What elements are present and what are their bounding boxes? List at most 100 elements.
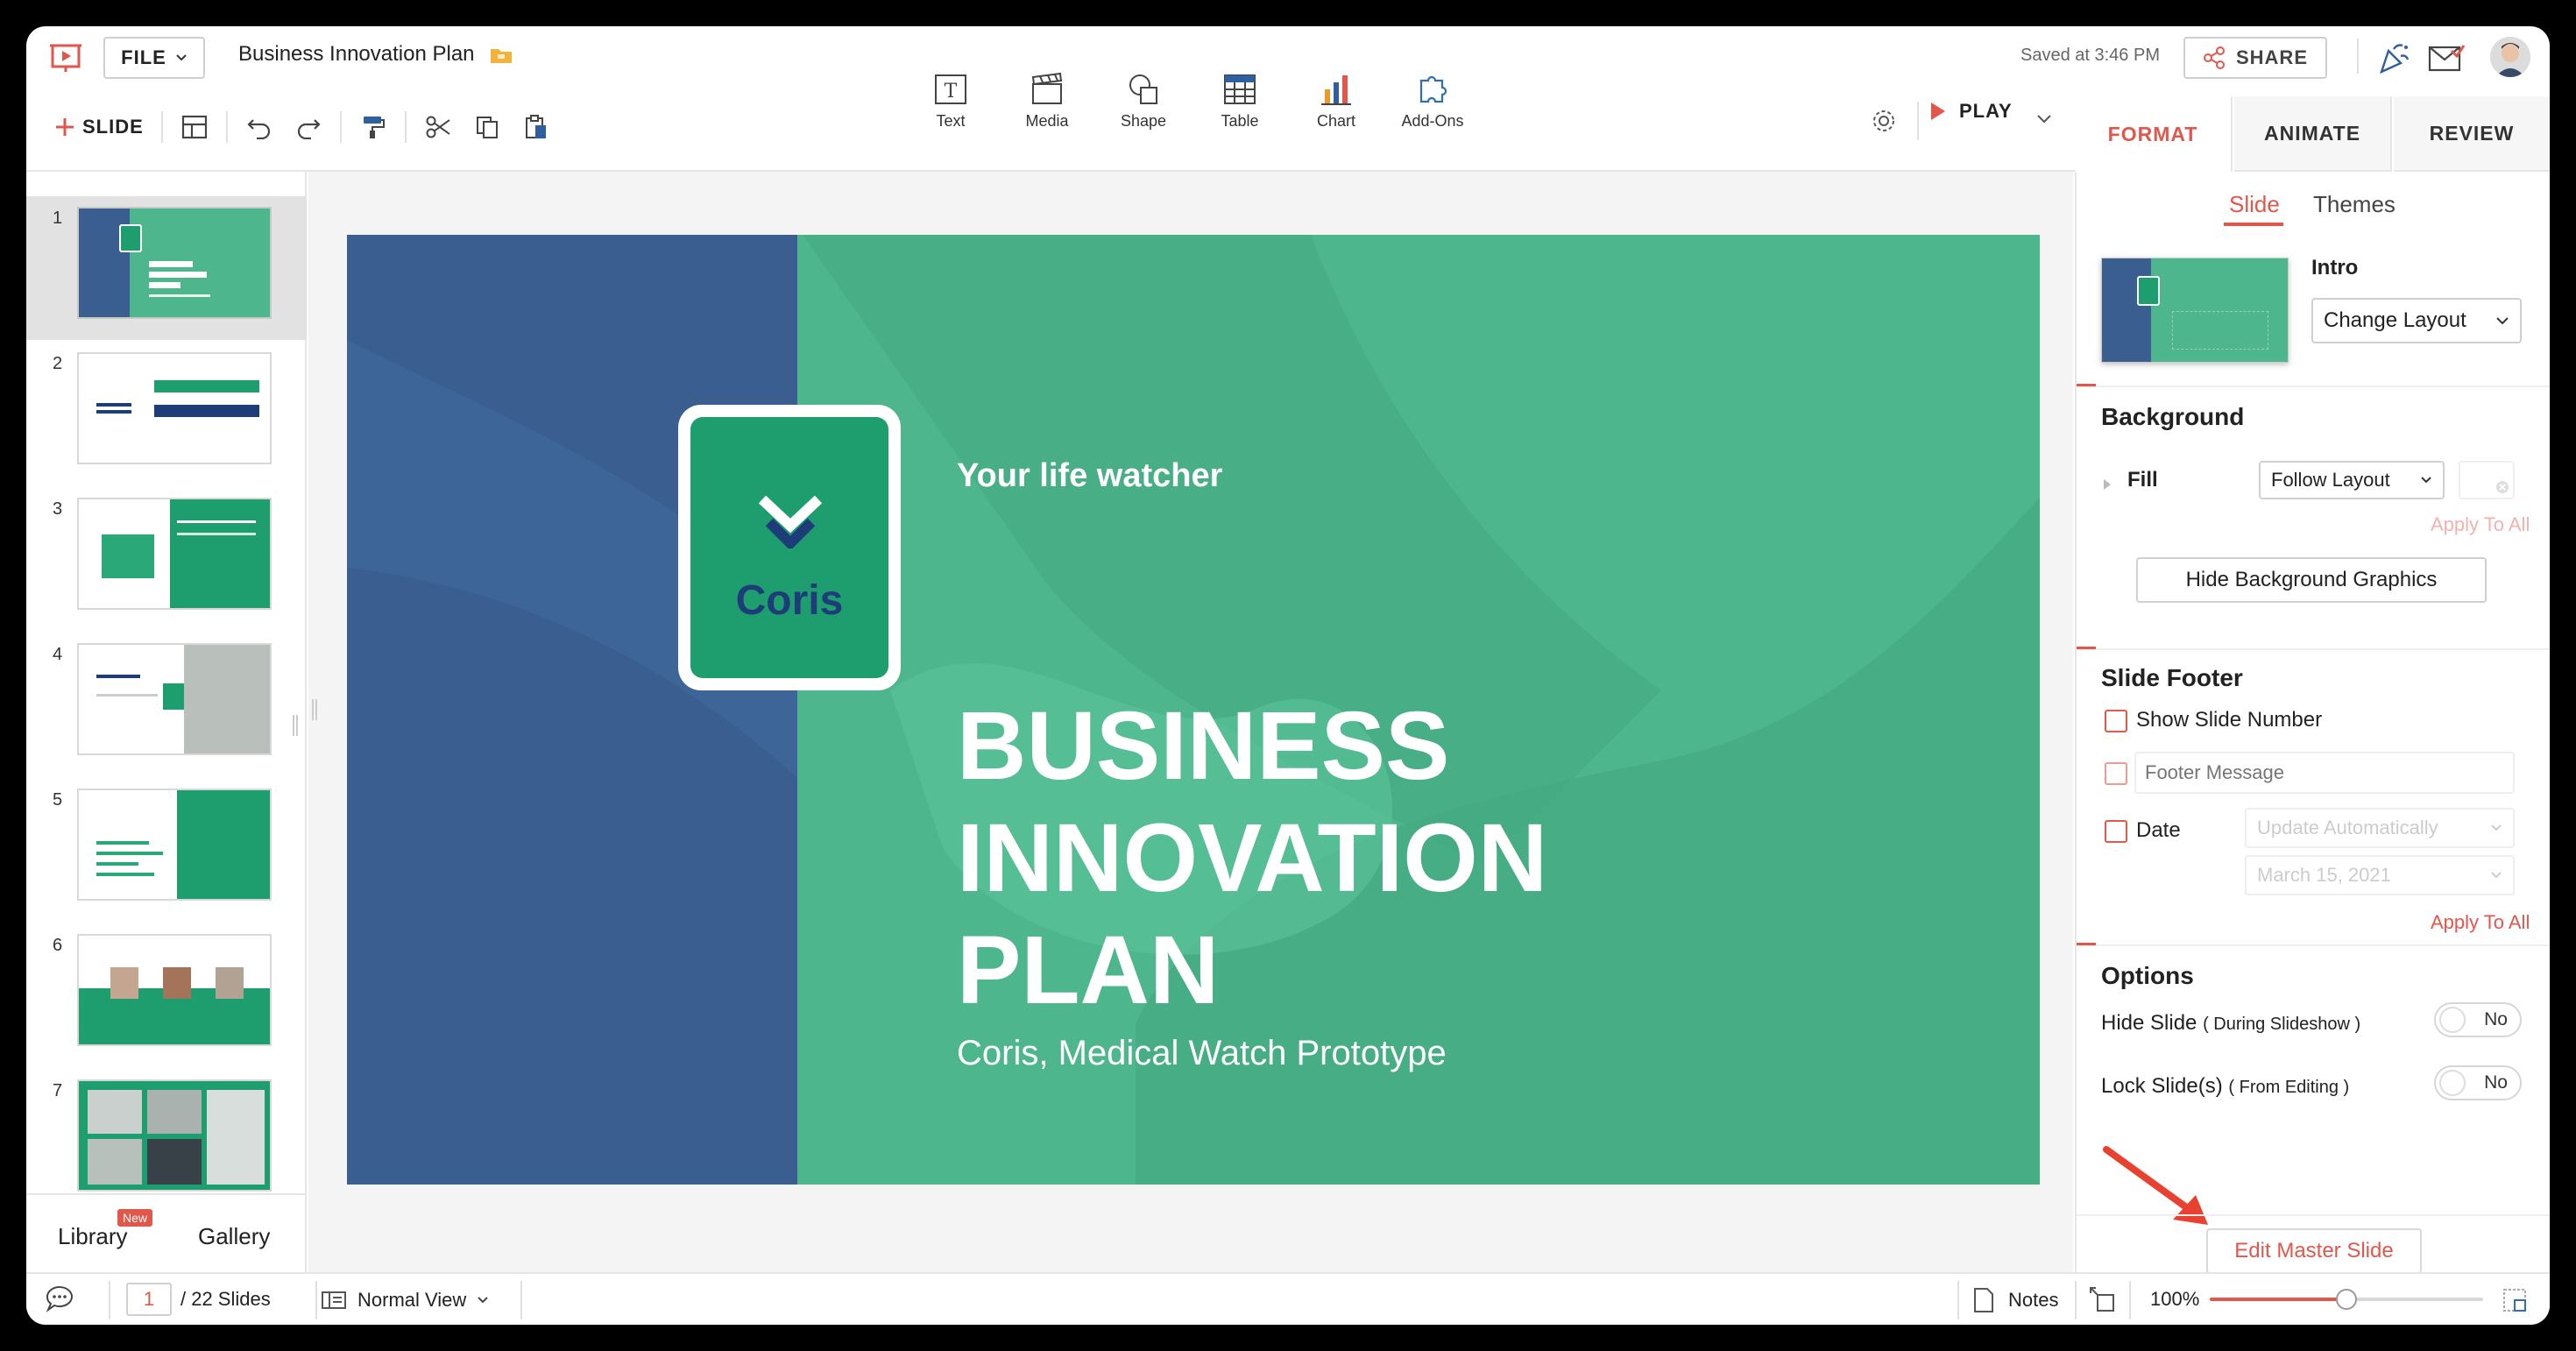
- play-button[interactable]: PLAY: [1929, 100, 2013, 123]
- section-divider: [2077, 385, 2550, 387]
- slide-count: / 22 Slides: [180, 1288, 271, 1310]
- toggle-knob: [2439, 1070, 2466, 1096]
- slide-number: 6: [53, 936, 63, 955]
- apply-to-all-footer-link[interactable]: Apply To All: [2431, 911, 2530, 934]
- edit-master-slide-button[interactable]: Edit Master Slide: [2206, 1228, 2422, 1274]
- apply-to-all-background-link[interactable]: Apply To All: [2431, 513, 2530, 536]
- subtab-themes[interactable]: Themes: [2313, 191, 2396, 218]
- tab-review-label: REVIEW: [2429, 121, 2515, 145]
- slide-footer-section-title: Slide Footer: [2101, 664, 2243, 691]
- avatar[interactable]: [2490, 37, 2530, 77]
- hide-background-graphics-button[interactable]: Hide Background Graphics: [2136, 557, 2487, 603]
- redo-button[interactable]: [284, 103, 333, 152]
- app-window: FILE Business Innovation Plan SLIDE T Te…: [26, 26, 2550, 1325]
- thumbnail-image: [77, 934, 272, 1046]
- add-ons-button[interactable]: Add-Ons: [1384, 72, 1481, 131]
- chevron-down-icon: [2491, 872, 2502, 879]
- thumbnail-image: [77, 1079, 272, 1192]
- layout-preview[interactable]: [2101, 258, 2289, 363]
- slide-title-line: BUSINESS: [957, 692, 1450, 800]
- document-title-text: Business Innovation Plan: [238, 42, 475, 66]
- brand-name: Coris: [735, 577, 844, 624]
- notes-label: Notes: [2008, 1289, 2059, 1311]
- share-label: SHARE: [2235, 46, 2308, 68]
- slide-thumbnail[interactable]: 5: [26, 778, 307, 922]
- change-layout-button[interactable]: Change Layout: [2311, 298, 2522, 343]
- date-mode-select[interactable]: Update Automatically: [2245, 808, 2515, 848]
- tab-animate[interactable]: ANIMATE: [2234, 96, 2392, 172]
- fullscreen-button[interactable]: [2502, 1288, 2527, 1312]
- copy-button[interactable]: [463, 103, 512, 152]
- fill-select[interactable]: Follow Layout: [2259, 461, 2445, 499]
- slide-thumbnail[interactable]: 1: [26, 196, 307, 340]
- new-slide-button[interactable]: SLIDE: [44, 103, 154, 152]
- zoom-slider-track[interactable]: [2210, 1289, 2483, 1310]
- show-slide-number-checkbox[interactable]: [2105, 710, 2127, 732]
- canvas-resize-handle[interactable]: [312, 699, 317, 720]
- tab-review[interactable]: REVIEW: [2394, 96, 2550, 172]
- options-section-title: Options: [2101, 962, 2194, 989]
- fill-color-picker[interactable]: [2459, 461, 2515, 499]
- notes-button[interactable]: Notes: [1973, 1284, 2058, 1316]
- app-logo-icon[interactable]: [47, 39, 84, 75]
- hide-background-graphics-label: Hide Background Graphics: [2185, 568, 2438, 591]
- slide-thumbnail[interactable]: 6: [26, 923, 307, 1067]
- insert-table-button[interactable]: Table: [1192, 72, 1288, 131]
- feedback-button[interactable]: [2427, 40, 2466, 75]
- document-title[interactable]: Business Innovation Plan: [238, 42, 513, 67]
- insert-toolbar: T Text Media Shape Table Chart Add-Ons: [902, 72, 1481, 131]
- expand-arrow-icon[interactable]: [2103, 478, 2112, 491]
- folder-icon[interactable]: [489, 44, 513, 65]
- insert-shape-button[interactable]: Shape: [1095, 72, 1192, 131]
- chevron-down-icon: [2496, 317, 2509, 325]
- comments-button[interactable]: [44, 1283, 75, 1314]
- hide-slide-toggle[interactable]: No: [2434, 1002, 2522, 1037]
- fit-slide-button[interactable]: [2089, 1286, 2117, 1314]
- format-painter-button[interactable]: [349, 103, 398, 152]
- view-mode-select[interactable]: Normal View: [321, 1284, 489, 1316]
- library-gallery-bar: Library New Gallery: [26, 1193, 307, 1272]
- page-number-input[interactable]: [126, 1283, 172, 1316]
- footer-message-input[interactable]: [2134, 752, 2515, 794]
- normal-view-icon: [322, 1291, 346, 1309]
- subtab-slide[interactable]: Slide: [2229, 191, 2280, 218]
- slide-thumbnail[interactable]: 2: [26, 342, 307, 485]
- current-slide[interactable]: Coris Your life watcher BUSINESS INNOVAT…: [347, 235, 2040, 1185]
- paste-button[interactable]: [512, 103, 561, 152]
- library-button[interactable]: Library: [58, 1223, 127, 1250]
- file-menu-button[interactable]: FILE: [103, 37, 205, 79]
- slide-thumbnail[interactable]: 3: [26, 487, 307, 631]
- slide-thumbnail[interactable]: 7: [26, 1069, 307, 1213]
- insert-media-button[interactable]: Media: [999, 72, 1095, 131]
- share-button[interactable]: SHARE: [2183, 37, 2327, 79]
- footer-message-checkbox[interactable]: [2105, 762, 2127, 785]
- date-value: March 15, 2021: [2257, 864, 2391, 886]
- panel-resize-handle[interactable]: [293, 715, 298, 736]
- gallery-button[interactable]: Gallery: [198, 1223, 270, 1250]
- layout-icon: [181, 115, 207, 139]
- slide-thumbnails-panel: 1 2 3 4 5 6 7: [26, 172, 307, 1193]
- file-menu-label: FILE: [121, 46, 166, 68]
- slide-number: 4: [53, 645, 63, 664]
- hide-slide-label: Hide Slide ( During Slideshow ): [2101, 1011, 2360, 1036]
- lock-slide-toggle[interactable]: No: [2434, 1065, 2522, 1100]
- insert-chart-button[interactable]: Chart: [1288, 72, 1384, 131]
- notes-page-icon: [1974, 1288, 1993, 1312]
- play-options-dropdown[interactable]: [2036, 114, 2052, 124]
- tab-format[interactable]: FORMAT: [2075, 96, 2233, 172]
- section-marker: [2077, 384, 2096, 386]
- slide-settings-button[interactable]: [1870, 96, 1898, 145]
- chevron-down-icon: [176, 54, 187, 61]
- tab-animate-label: ANIMATE: [2263, 121, 2361, 145]
- date-checkbox[interactable]: [2105, 820, 2127, 843]
- zoom-slider-handle[interactable]: [2336, 1289, 2357, 1310]
- insert-text-button[interactable]: T Text: [902, 72, 999, 131]
- fit-to-screen-icon: [2090, 1287, 2114, 1312]
- undo-button[interactable]: [235, 103, 284, 152]
- library-label: Library: [58, 1223, 128, 1249]
- date-value-select[interactable]: March 15, 2021: [2245, 855, 2515, 895]
- slide-thumbnail[interactable]: 4: [26, 633, 307, 776]
- cut-button[interactable]: [414, 103, 463, 152]
- layout-button[interactable]: [170, 103, 219, 152]
- whats-new-button[interactable]: [2374, 39, 2413, 77]
